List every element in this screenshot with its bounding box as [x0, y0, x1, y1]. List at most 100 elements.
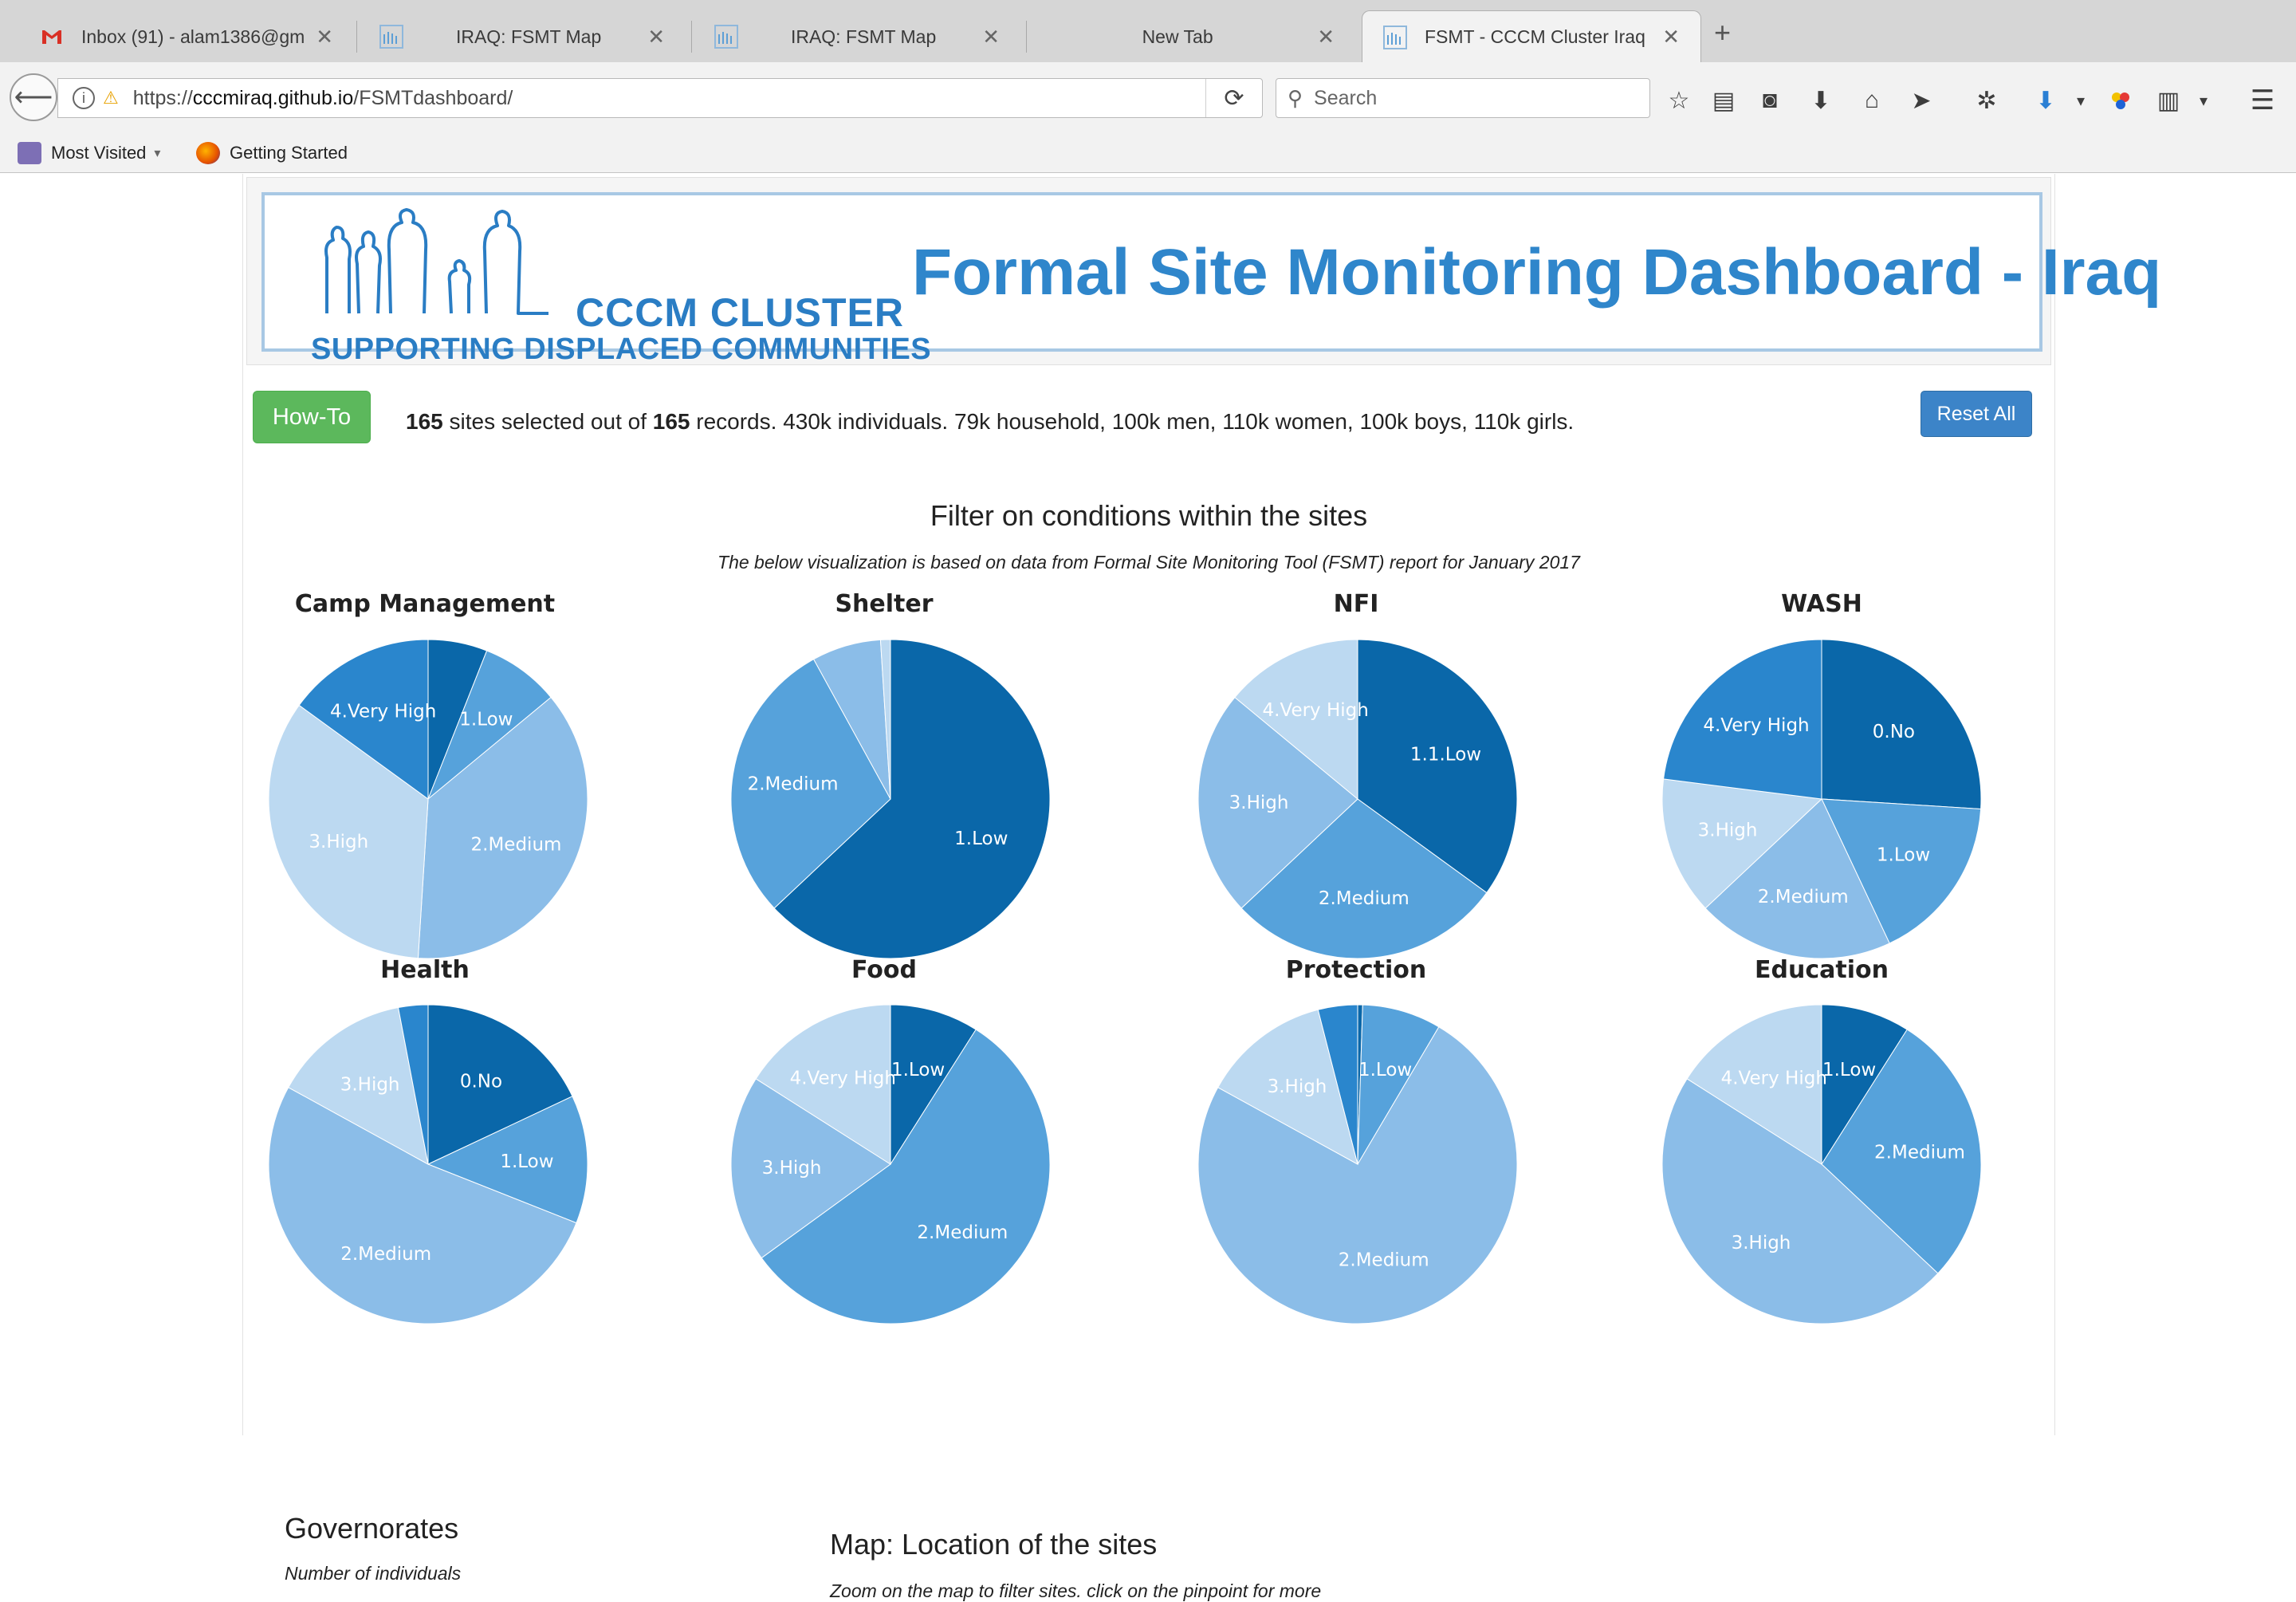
bookmark-getting-started[interactable]: Getting Started: [196, 142, 348, 164]
slice-label: 1.Low: [1358, 1060, 1412, 1080]
chart-title-education: Education: [1755, 956, 1889, 984]
pie-chart-education[interactable]: 1.Low 2.Medium 3.High 4.Very High: [1661, 1003, 1983, 1325]
map-note: Zoom on the map to filter sites. click o…: [830, 1580, 1322, 1601]
slice-label: 4.Very High: [1263, 700, 1369, 721]
slice-label: 2.Medium: [1758, 887, 1849, 907]
tab-label: IRAQ: FSMT Map: [790, 26, 937, 47]
info-icon[interactable]: i: [73, 87, 95, 109]
slice-label: 1.Low: [1877, 845, 1930, 866]
total-count: 165: [652, 409, 690, 434]
url-host: cccmiraq.github.io: [192, 86, 354, 109]
banner-frame: CCCM CLUSTER SUPPORTING DISPLACED COMMUN…: [261, 192, 2161, 366]
slice-label: 4.Very High: [790, 1068, 896, 1088]
tab-gmail[interactable]: Inbox (91) - alam1386@gm... ✕: [19, 11, 354, 62]
search-placeholder: Search: [1314, 86, 1378, 109]
url-bar[interactable]: i ⚠ https://cccmiraq.github.io/FSMTdashb…: [57, 78, 1263, 118]
pie-chart-food[interactable]: 1.Low 2.Medium 3.High 4.Very High: [729, 1003, 1052, 1325]
slice-label: 3.High: [340, 1075, 400, 1096]
color-extension-icon[interactable]: [2105, 85, 2137, 116]
pie-chart-health[interactable]: 0.No 1.Low 2.Medium 3.High: [267, 1003, 589, 1325]
slice-label: 1.Low: [1822, 1060, 1876, 1080]
send-icon[interactable]: ➤: [1905, 85, 1937, 116]
cccm-favicon: [1383, 25, 1407, 49]
download-icon[interactable]: ⬇: [1805, 85, 1837, 116]
tab-label: IRAQ: FSMT Map: [455, 26, 602, 47]
slice-label: 4.Very High: [1721, 1068, 1827, 1088]
reading-list-icon[interactable]: ▤: [1708, 85, 1740, 116]
banner: CCCM CLUSTER SUPPORTING DISPLACED COMMUN…: [246, 177, 2161, 366]
chart-title-protection: Protection: [1285, 956, 1427, 984]
pie-chart-wash[interactable]: 0.No 1.Low 2.Medium 3.High 4.Very High: [1661, 638, 1983, 960]
cccm-favicon: [379, 25, 403, 49]
extension-icon[interactable]: ✲: [1971, 85, 2003, 116]
search-input[interactable]: ⚲ Search: [1276, 78, 1650, 118]
folder-icon: [18, 142, 41, 164]
slice-label: 1.1.Low: [1410, 745, 1481, 766]
slice-label: 3.High: [1268, 1077, 1327, 1097]
tab-bar: Inbox (91) - alam1386@gm... ✕ IRAQ: FSMT…: [0, 0, 2296, 63]
bookmark-star-icon[interactable]: ☆: [1663, 85, 1695, 116]
slice-label: 1.Low: [891, 1060, 945, 1080]
lock-warning-icon[interactable]: ⚠: [103, 88, 119, 108]
slice-label: 3.High: [1229, 793, 1289, 813]
selection-summary: 165 sites selected out of 165 records. 4…: [406, 405, 1586, 438]
slice-label: 4.Very High: [1703, 715, 1809, 736]
pie-chart-camp-management[interactable]: 1.Low 2.Medium 3.High 4.Very High: [267, 638, 589, 960]
chart-title-health: Health: [380, 956, 470, 984]
filter-section-note: The below visualization is based on data…: [718, 552, 1580, 573]
tab-label: New Tab: [1142, 26, 1213, 47]
tab-fsmt-map-2[interactable]: IRAQ: FSMT Map ✕: [694, 11, 1020, 62]
summary-text: sites selected out of: [442, 409, 653, 434]
close-tab-icon[interactable]: ✕: [982, 25, 1000, 49]
tab-new-tab[interactable]: New Tab ✕: [1028, 11, 1355, 62]
search-icon: ⚲: [1288, 85, 1303, 110]
url-scheme: https://: [132, 86, 193, 109]
org-name: CCCM CLUSTER: [576, 290, 904, 335]
slice-label: 3.High: [309, 832, 368, 852]
cccm-logo-figures: [324, 208, 548, 315]
tab-fsmt-dashboard[interactable]: FSMT - CCCM Cluster Iraq ✕: [1362, 10, 1701, 63]
slice-label: 1.Low: [954, 829, 1008, 849]
pie-chart-protection[interactable]: 1.Low 2.Medium 3.High: [1197, 1003, 1519, 1325]
close-tab-icon[interactable]: ✕: [1317, 25, 1335, 49]
close-tab-icon[interactable]: ✕: [316, 25, 333, 49]
chart-title-nfi: NFI: [1333, 590, 1379, 618]
slice-label: 0.No: [1873, 722, 1915, 742]
bookmark-most-visited[interactable]: Most Visited ▾: [18, 142, 160, 164]
close-tab-icon[interactable]: ✕: [1662, 25, 1680, 49]
back-button[interactable]: ⟵: [10, 73, 57, 121]
org-tagline: SUPPORTING DISPLACED COMMUNITIES: [311, 333, 932, 366]
slice-label: 2.Medium: [748, 774, 839, 795]
reset-all-button[interactable]: Reset All: [1921, 391, 2032, 437]
download-manager-icon[interactable]: ⬇: [2030, 85, 2062, 116]
dropdown-arrow-icon[interactable]: ▾: [2065, 85, 2097, 116]
chart-title-food: Food: [851, 956, 917, 984]
page-container: CCCM CLUSTER SUPPORTING DISPLACED COMMUN…: [242, 174, 2161, 1601]
slice-label: 1.Low: [500, 1151, 553, 1172]
governorates-title: Governorates: [285, 1512, 459, 1545]
slice-label: 2.Medium: [1319, 888, 1409, 909]
tab-divider: [356, 21, 357, 53]
slice-label: 2.Medium: [340, 1244, 431, 1265]
new-tab-icon[interactable]: +: [1714, 16, 1731, 49]
slice-label: 0.No: [460, 1071, 502, 1092]
slice-label: 3.High: [1698, 820, 1758, 840]
pocket-icon[interactable]: ◙: [1754, 85, 1786, 116]
dropdown-arrow-icon[interactable]: ▾: [2188, 85, 2219, 116]
chart-title-wash: WASH: [1781, 590, 1862, 618]
pie-chart-shelter[interactable]: 1.Low 2.Medium: [729, 638, 1052, 960]
tab-fsmt-map-1[interactable]: IRAQ: FSMT Map ✕: [359, 11, 686, 62]
navigation-toolbar: ⟵ i ⚠ https://cccmiraq.github.io/FSMTdas…: [0, 62, 2296, 136]
slice-label: 2.Medium: [471, 834, 562, 855]
how-to-button[interactable]: How-To: [253, 391, 371, 443]
reload-icon[interactable]: ⟳: [1205, 79, 1262, 117]
menu-icon[interactable]: ☰: [2247, 85, 2278, 116]
pie-chart-nfi[interactable]: 1.1.Low 2.Medium 3.High 4.Very High: [1197, 638, 1519, 960]
slice-label: 3.High: [1732, 1233, 1791, 1254]
slice-label: 2.Medium: [1339, 1250, 1429, 1271]
clipboard-icon[interactable]: ▥: [2152, 85, 2184, 116]
governorates-note: Number of individuals: [285, 1563, 462, 1584]
bookmark-label: Most Visited: [51, 143, 147, 163]
home-icon[interactable]: ⌂: [1856, 85, 1888, 116]
close-tab-icon[interactable]: ✕: [647, 25, 665, 49]
